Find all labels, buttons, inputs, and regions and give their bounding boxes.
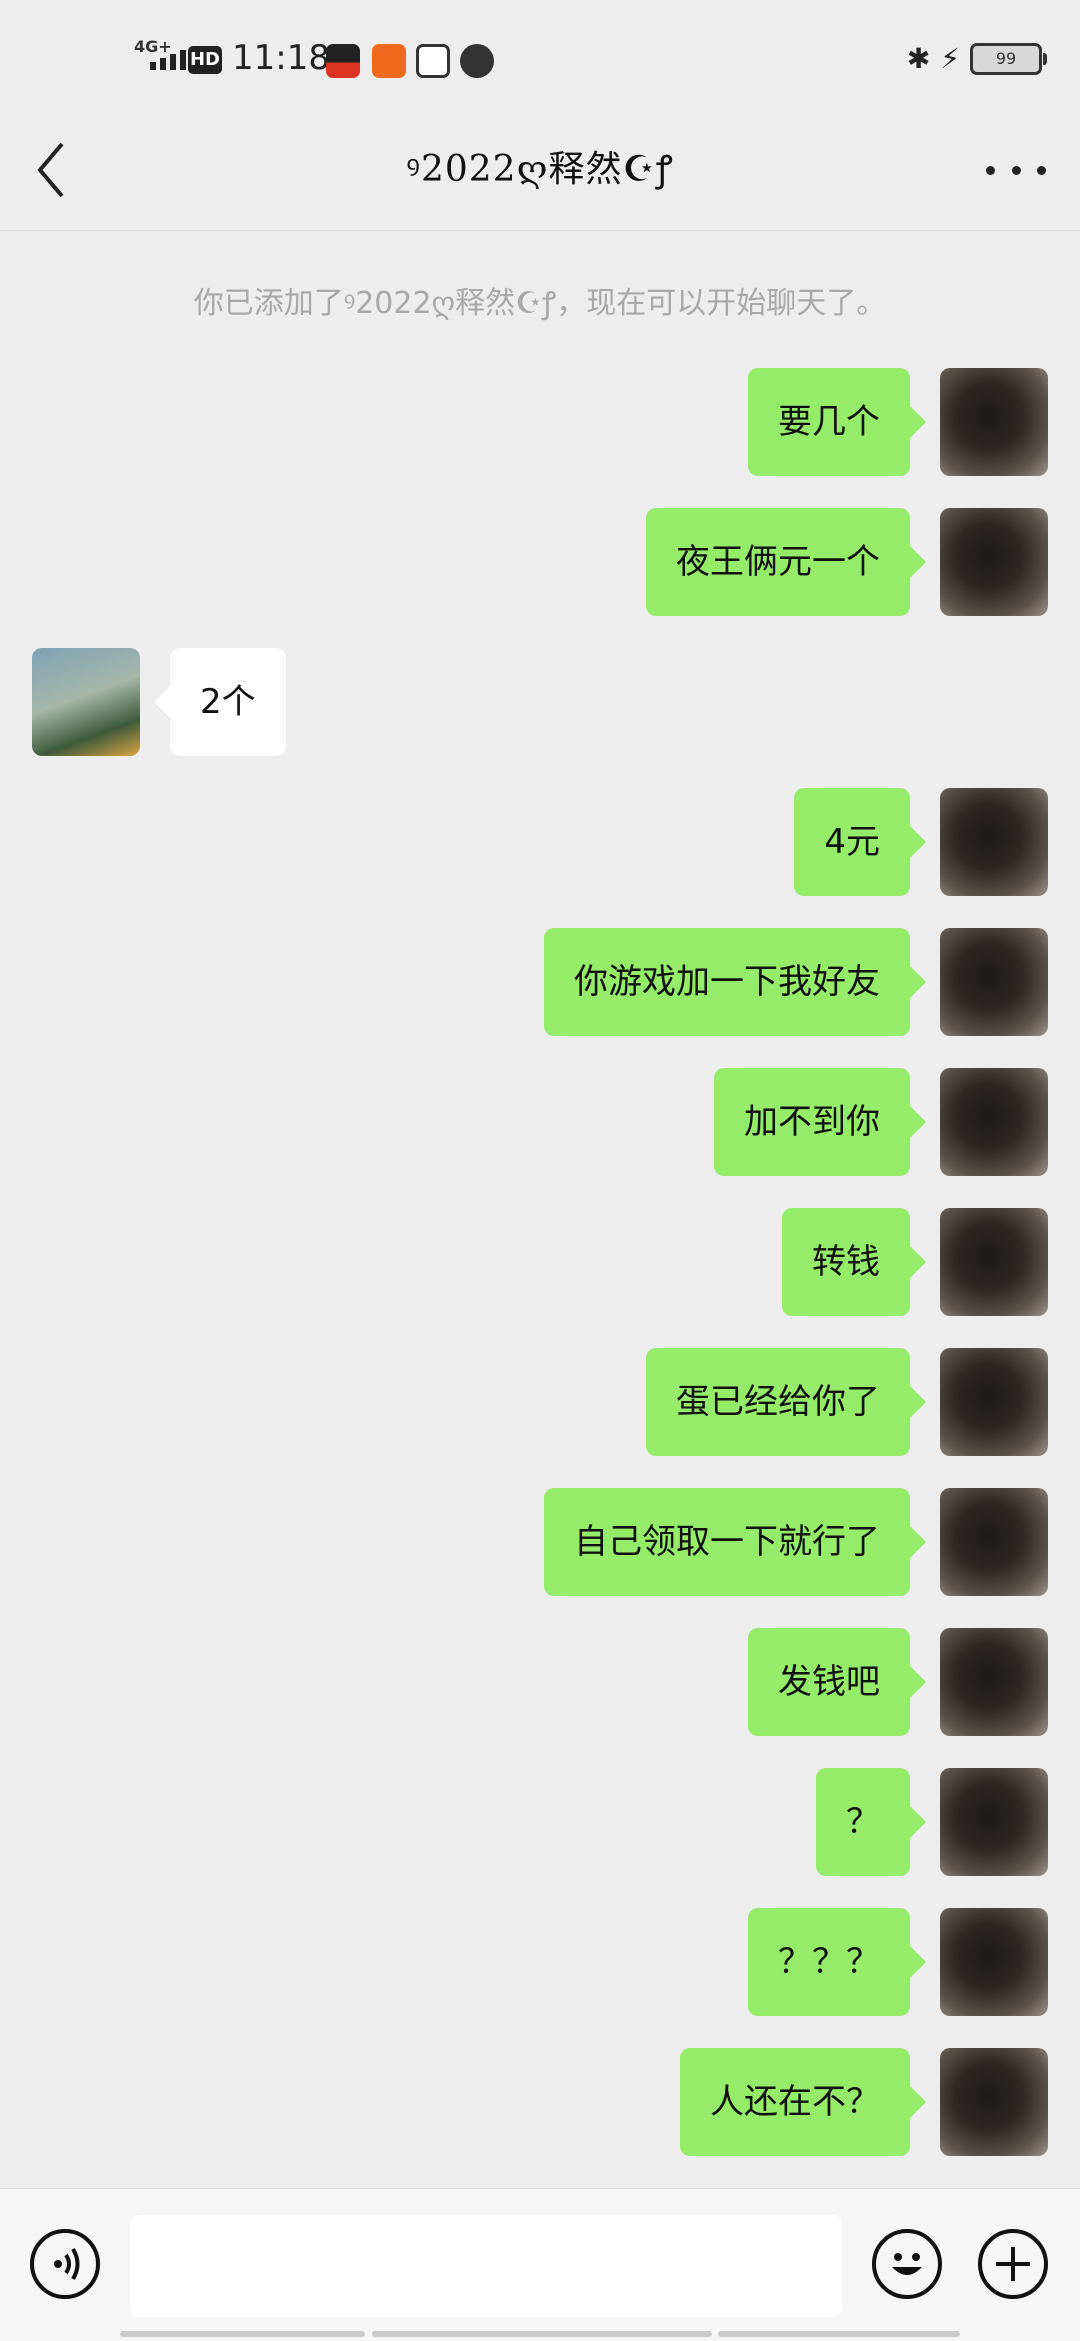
my-avatar[interactable] <box>940 1208 1048 1316</box>
more-options-button[interactable] <box>986 150 1046 190</box>
smiley-icon <box>892 2253 922 2275</box>
signal-icon <box>150 50 186 70</box>
app-icon-orange <box>372 44 406 78</box>
charging-icon: ⚡ <box>940 42 960 75</box>
my-avatar[interactable] <box>940 928 1048 1036</box>
hd-badge: HD <box>188 46 222 74</box>
my-message-bubble[interactable]: 人还在不？ <box>680 2048 926 2156</box>
my-message-bubble[interactable]: ？？？ <box>748 1908 926 2016</box>
my-message-bubble[interactable]: 你游戏加一下我好友 <box>544 928 926 1036</box>
chat-header: ꝰ2022ღ释然☪ꝭ <box>0 110 1080 231</box>
my-avatar[interactable] <box>940 368 1048 476</box>
nav-indicator <box>372 2331 712 2337</box>
app-icon-search <box>416 44 450 78</box>
clock: 11:18 <box>232 38 330 78</box>
voice-button[interactable] <box>30 2229 100 2299</box>
my-avatar[interactable] <box>940 508 1048 616</box>
plus-icon <box>996 2247 1030 2281</box>
dot-icon <box>1011 165 1021 175</box>
my-message-bubble[interactable]: 要几个 <box>748 368 926 476</box>
app-icon-q <box>460 44 494 78</box>
bluetooth-icon: ✱ <box>906 42 931 75</box>
status-right: ✱ ⚡ 99 <box>906 42 1047 75</box>
battery-icon: 99 <box>970 42 1047 75</box>
status-bar: 4G+ HD 11:18 ✱ ⚡ 99 <box>0 0 1080 110</box>
my-message-bubble[interactable]: 发钱吧 <box>748 1628 926 1736</box>
voice-icon <box>54 2247 80 2281</box>
my-avatar[interactable] <box>940 1628 1048 1736</box>
my-avatar[interactable] <box>940 1768 1048 1876</box>
my-avatar[interactable] <box>940 1908 1048 2016</box>
my-avatar[interactable] <box>940 788 1048 896</box>
message-input[interactable] <box>130 2215 842 2317</box>
my-message-bubble[interactable]: 蛋已经给你了 <box>646 1348 926 1456</box>
my-message-bubble[interactable]: 4元 <box>794 788 926 896</box>
dot-icon <box>986 165 995 175</box>
more-actions-button[interactable] <box>978 2229 1048 2299</box>
my-message-bubble[interactable]: 加不到你 <box>714 1068 926 1176</box>
friend-message-bubble[interactable]: 2个 <box>154 648 286 756</box>
input-bar <box>0 2188 1080 2341</box>
my-avatar[interactable] <box>940 1488 1048 1596</box>
chat-title: ꝰ2022ღ释然☪ꝭ <box>406 149 674 190</box>
my-message-bubble[interactable]: 自己领取一下就行了 <box>544 1488 926 1596</box>
battery-level: 99 <box>995 48 1017 68</box>
system-message: 你已添加了ꝰ2022ღ释然☪ꝭ，现在可以开始聊天了。 <box>193 286 887 321</box>
friend-avatar[interactable] <box>32 648 140 756</box>
my-avatar[interactable] <box>940 1068 1048 1176</box>
emoji-button[interactable] <box>872 2229 942 2299</box>
nav-indicator <box>718 2331 960 2337</box>
my-message-bubble[interactable]: 转钱 <box>782 1208 926 1316</box>
app-icon-red <box>326 44 360 78</box>
my-message-bubble[interactable]: ？ <box>816 1768 926 1876</box>
dot-icon <box>1037 165 1046 175</box>
my-message-bubble[interactable]: 夜王俩元一个 <box>646 508 926 616</box>
nav-indicator <box>120 2331 365 2337</box>
my-avatar[interactable] <box>940 2048 1048 2156</box>
my-avatar[interactable] <box>940 1348 1048 1456</box>
